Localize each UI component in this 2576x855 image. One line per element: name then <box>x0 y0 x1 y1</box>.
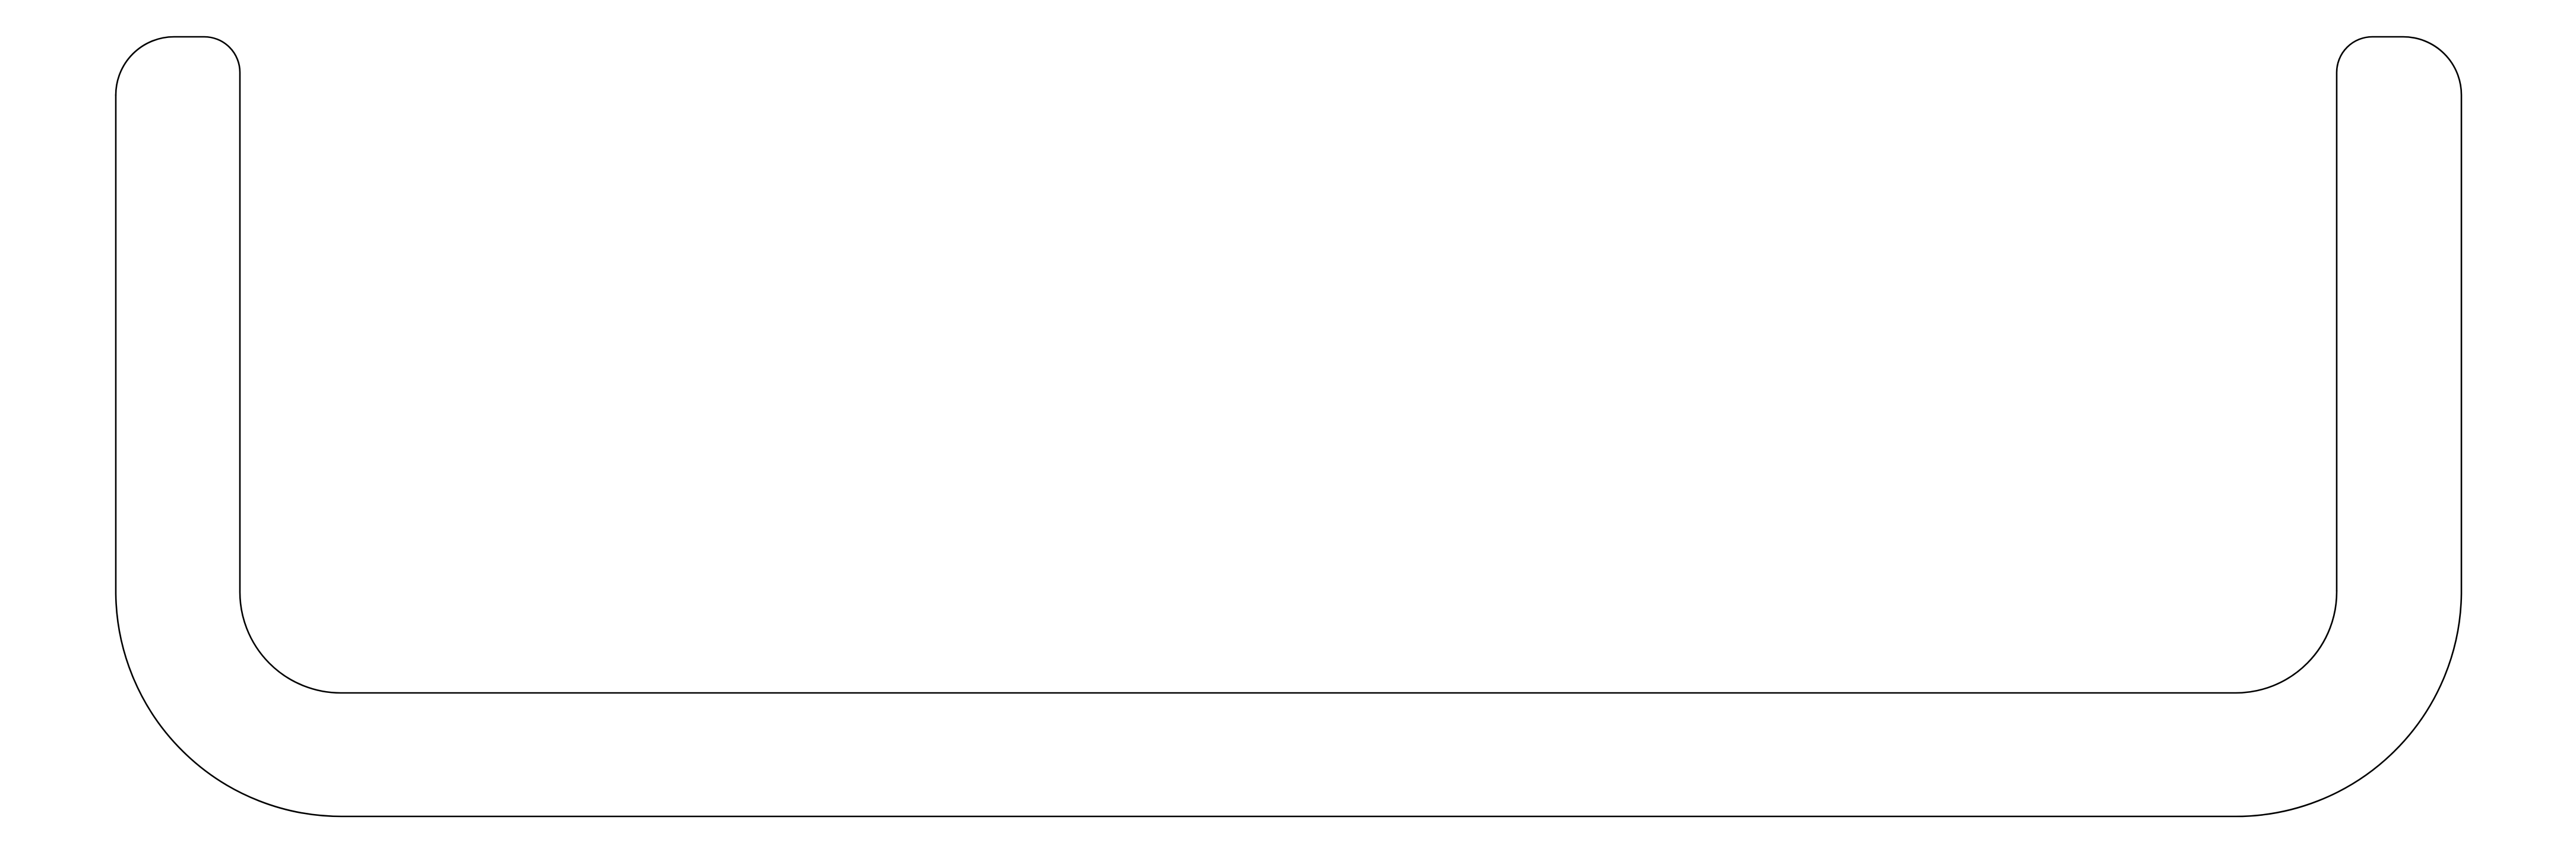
drawing-background <box>0 0 2576 855</box>
drawing-canvas <box>0 0 2576 855</box>
